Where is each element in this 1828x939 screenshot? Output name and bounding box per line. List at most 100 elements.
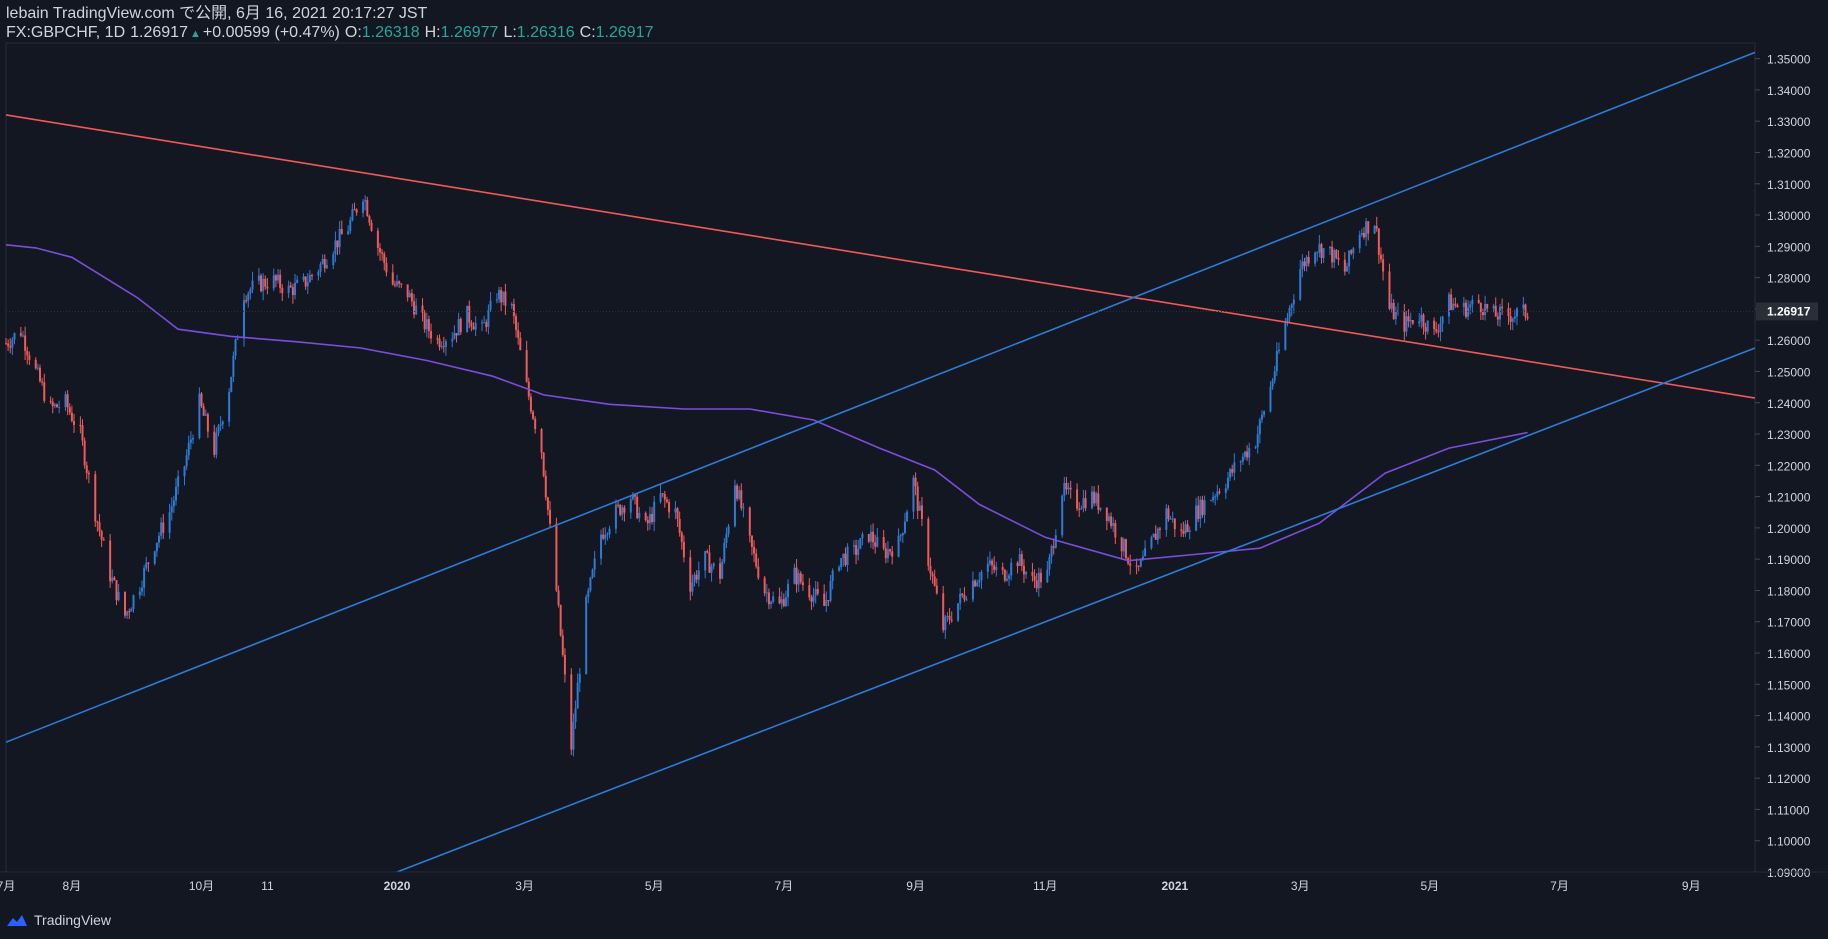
candle-body xyxy=(457,318,460,336)
candle xyxy=(653,495,656,532)
x-tick-label: 7月 xyxy=(1550,879,1569,893)
candle xyxy=(1373,224,1376,235)
candle-body xyxy=(1076,489,1079,509)
candle-body xyxy=(1084,498,1087,509)
y-tick-label: 1.16000 xyxy=(1767,647,1811,661)
candle-body xyxy=(563,654,566,675)
candle-body xyxy=(111,577,114,582)
candle xyxy=(974,579,977,588)
candle xyxy=(663,490,666,508)
candle xyxy=(466,305,469,333)
candle-body xyxy=(933,576,936,586)
candle xyxy=(1260,410,1263,424)
candle xyxy=(1186,520,1189,533)
candle xyxy=(296,275,299,284)
candle-body xyxy=(1365,221,1368,238)
candle xyxy=(1039,568,1042,589)
candle-body xyxy=(498,289,501,300)
candle-body xyxy=(396,281,399,286)
candle xyxy=(978,572,981,588)
candle xyxy=(606,532,609,541)
candle xyxy=(366,196,369,217)
candle-body xyxy=(663,494,666,500)
candle xyxy=(1197,496,1200,523)
candle-body xyxy=(1403,310,1406,332)
candle-body xyxy=(470,322,473,327)
candle xyxy=(459,317,462,336)
candle-body xyxy=(1275,351,1278,372)
candle xyxy=(914,472,917,496)
candle-body xyxy=(891,551,894,557)
candle xyxy=(1275,342,1278,377)
candle-body xyxy=(351,209,354,221)
candle-body xyxy=(797,573,800,585)
candle xyxy=(1110,512,1113,529)
candle xyxy=(277,269,280,284)
candle xyxy=(1288,305,1291,323)
candle xyxy=(319,261,322,278)
candle xyxy=(614,499,617,534)
candle xyxy=(70,405,73,423)
candle-body xyxy=(1515,308,1518,317)
candle xyxy=(1273,365,1276,384)
y-tick-label: 1.11000 xyxy=(1767,803,1810,817)
candle xyxy=(436,335,439,345)
candle xyxy=(98,514,101,537)
candle-body xyxy=(274,275,277,281)
time-axis[interactable]: 7月 8月 10月 11 2020 3月 5月 7月 9月 11月 2021 3月 5月 7月 9月 xyxy=(0,871,1828,893)
candle xyxy=(1212,491,1215,503)
candle xyxy=(257,267,260,285)
y-tick-label: 1.29000 xyxy=(1767,240,1811,254)
candle-body xyxy=(589,577,592,591)
last-price-tag-label: 1.26917 xyxy=(1767,305,1811,319)
candle xyxy=(546,496,549,516)
candle xyxy=(189,431,192,450)
candle xyxy=(757,558,760,580)
candle xyxy=(963,587,966,603)
candle xyxy=(1307,250,1310,267)
candle-body xyxy=(1352,248,1355,254)
candle xyxy=(474,316,477,337)
candle xyxy=(1226,471,1229,491)
candle-body xyxy=(168,512,171,533)
candle-body xyxy=(1467,307,1470,317)
candle-body xyxy=(721,561,724,579)
symbol-label[interactable]: FX:GBPCHF, 1D xyxy=(6,23,125,42)
trendlines[interactable] xyxy=(6,51,1755,872)
candle-body xyxy=(172,500,175,507)
candle xyxy=(421,298,424,322)
price-axis[interactable]: 1.35000 1.34000 1.33000 1.32000 1.31000 1.300… xyxy=(1755,53,1818,880)
candle xyxy=(1462,296,1465,316)
candle xyxy=(857,539,860,561)
candle-body xyxy=(138,591,141,596)
candle xyxy=(549,500,552,528)
candle xyxy=(36,363,39,371)
candle-body xyxy=(391,272,394,285)
candle xyxy=(935,578,938,595)
candle xyxy=(385,257,388,277)
candle xyxy=(644,511,647,522)
candle-body xyxy=(617,504,620,506)
candle xyxy=(427,315,430,339)
tradingview-branding[interactable]: TradingView xyxy=(6,912,111,928)
candle-body xyxy=(1322,248,1325,258)
candle xyxy=(1214,493,1217,506)
candle-body xyxy=(842,553,845,559)
candle-body xyxy=(143,568,146,588)
candle-body xyxy=(145,562,148,569)
candle-body xyxy=(1122,539,1125,552)
candle xyxy=(1477,294,1480,304)
candle xyxy=(755,548,758,569)
candle xyxy=(1290,303,1293,317)
candle xyxy=(1358,230,1361,254)
candle-body xyxy=(1507,308,1510,316)
candle-body xyxy=(980,571,983,581)
candle xyxy=(495,293,498,304)
candle xyxy=(26,346,29,365)
candle xyxy=(1150,535,1153,550)
y-tick-label: 1.15000 xyxy=(1767,678,1811,692)
price-chart[interactable]: 1.35000 1.34000 1.33000 1.32000 1.31000 1.300… xyxy=(0,0,1828,939)
candle xyxy=(455,333,458,343)
candle xyxy=(555,517,558,592)
candle xyxy=(1048,553,1051,576)
